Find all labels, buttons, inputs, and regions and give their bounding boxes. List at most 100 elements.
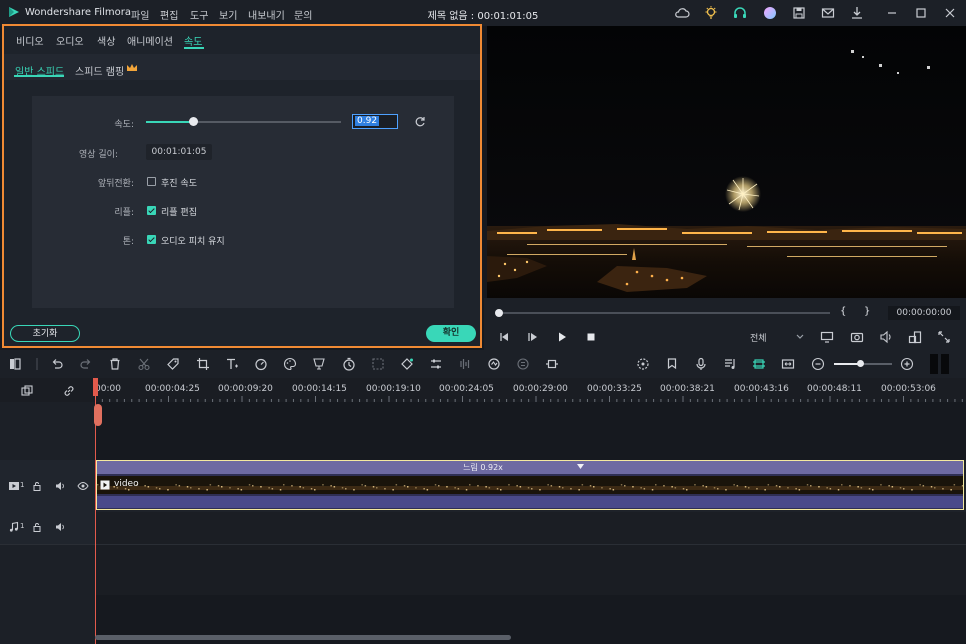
clip-name: video (114, 479, 139, 489)
ruler-label: 00:00:09:20 (218, 384, 273, 394)
auto-reframe-icon[interactable] (516, 357, 530, 371)
download-icon[interactable] (849, 5, 865, 21)
maximize-icon[interactable] (913, 5, 929, 21)
tag-icon[interactable] (166, 357, 180, 371)
reverse-checkbox[interactable] (147, 177, 156, 186)
speaker-icon[interactable] (54, 480, 66, 492)
microphone-icon[interactable] (694, 357, 708, 371)
delete-icon[interactable] (108, 357, 122, 371)
snap-icon[interactable] (752, 357, 766, 371)
ok-button[interactable]: 확인 (426, 325, 476, 342)
ripple-checkbox[interactable] (147, 206, 156, 215)
reset-button[interactable]: 초기화 (10, 325, 80, 342)
voiceover-list-icon[interactable] (723, 357, 737, 371)
fullscreen-icon[interactable] (937, 330, 951, 344)
tab-speed[interactable]: 속도 (184, 33, 202, 48)
preview-frame-image (487, 26, 966, 298)
reset-speed-icon[interactable] (414, 116, 426, 128)
audio-track[interactable] (95, 512, 966, 544)
speed-value-input[interactable]: 0.92 (352, 114, 398, 129)
link-icon[interactable] (62, 384, 76, 398)
duration-field[interactable]: 00:01:01:05 (146, 144, 212, 160)
tab-color[interactable]: 색상 (97, 33, 115, 48)
zoom-out-icon[interactable] (811, 357, 825, 371)
preview-scrubber-thumb[interactable] (495, 309, 503, 317)
active-tab-indicator (184, 47, 204, 49)
tone-checkbox[interactable] (147, 235, 156, 244)
empty-track-lower[interactable] (95, 545, 966, 595)
minimize-icon[interactable] (884, 5, 900, 21)
eye-icon[interactable] (77, 480, 89, 492)
subtab-speed-ramping[interactable]: 스피드 램핑 (75, 63, 124, 78)
layout-icon[interactable] (8, 357, 22, 371)
stop-icon[interactable] (585, 331, 597, 343)
marker-icon[interactable] (665, 357, 679, 371)
volume-icon[interactable] (879, 330, 893, 344)
audio-meter-right (941, 354, 949, 374)
speed-icon[interactable] (254, 357, 268, 371)
undo-icon[interactable] (50, 357, 64, 371)
crop-icon[interactable] (196, 357, 210, 371)
display-settings-icon[interactable] (908, 330, 922, 344)
avatar-icon[interactable] (762, 5, 778, 21)
speed-slider-thumb[interactable] (188, 117, 198, 126)
green-screen-icon[interactable] (312, 357, 326, 371)
redo-icon[interactable] (79, 357, 93, 371)
render-preview-icon[interactable] (820, 330, 834, 344)
duration-icon[interactable] (342, 357, 356, 371)
adjust-icon[interactable] (429, 357, 443, 371)
lightbulb-icon[interactable] (703, 5, 719, 21)
chevron-down-icon[interactable] (795, 333, 805, 341)
headset-icon[interactable] (732, 5, 748, 21)
close-icon[interactable] (942, 5, 958, 21)
motion-tracking-icon[interactable] (487, 357, 501, 371)
empty-track-area[interactable] (0, 402, 966, 460)
preview-quality-select[interactable]: 전체 (750, 331, 767, 344)
speed-value-text: 0.92 (355, 116, 380, 126)
save-icon[interactable] (791, 5, 807, 21)
text-icon[interactable] (225, 357, 239, 371)
preview-timecode: 00:00:00:00 (888, 306, 960, 320)
keyframe-icon[interactable] (400, 357, 414, 371)
tab-animation[interactable]: 애니메이션 (127, 33, 173, 48)
clip-speed-label: 느림 0.92x (463, 463, 503, 472)
mark-in-button[interactable]: { (840, 306, 846, 317)
split-screen-icon[interactable] (545, 357, 559, 371)
mark-out-button[interactable]: } (864, 306, 870, 317)
fit-timeline-icon[interactable] (781, 357, 795, 371)
step-back-icon[interactable] (498, 331, 510, 343)
cut-icon[interactable] (137, 357, 151, 371)
color-palette-icon[interactable] (283, 357, 297, 371)
lock-icon[interactable] (31, 521, 43, 533)
tab-video[interactable]: 비디오 (16, 33, 44, 48)
audio-meter-left (930, 354, 938, 374)
tab-audio[interactable]: 오디오 (56, 33, 84, 48)
speaker-icon[interactable] (54, 521, 66, 533)
play-slow-icon[interactable] (527, 331, 539, 343)
audio-track-number: 1 (20, 522, 25, 530)
audio-mixer-icon[interactable] (458, 357, 472, 371)
speed-slider-fill (146, 121, 193, 123)
reverse-text: 후진 속도 (161, 179, 197, 189)
stabilize-icon[interactable] (371, 357, 385, 371)
video-track-number: 1 (20, 481, 25, 489)
mail-icon[interactable] (820, 5, 836, 21)
snapshot-icon[interactable] (850, 330, 864, 344)
video-preview[interactable] (487, 26, 966, 298)
play-icon[interactable] (556, 331, 568, 343)
music-note-icon (9, 521, 19, 532)
preview-scrubber[interactable] (498, 312, 830, 314)
cloud-icon[interactable] (674, 5, 690, 21)
playhead-handle[interactable] (93, 378, 98, 396)
zoom-slider-thumb[interactable] (857, 360, 864, 367)
ruler-label: 00:00:24:05 (439, 384, 494, 394)
ripple-text: 리플 편집 (161, 208, 197, 218)
caret-down-icon (577, 464, 584, 469)
ruler-label: 00:00:38:21 (660, 384, 715, 394)
lock-icon[interactable] (31, 480, 43, 492)
zoom-in-icon[interactable] (900, 357, 914, 371)
render-icon[interactable] (636, 357, 650, 371)
timeline-horizontal-scrollbar[interactable] (95, 635, 511, 640)
add-track-icon[interactable] (20, 384, 34, 398)
playhead-knob[interactable] (94, 404, 102, 426)
